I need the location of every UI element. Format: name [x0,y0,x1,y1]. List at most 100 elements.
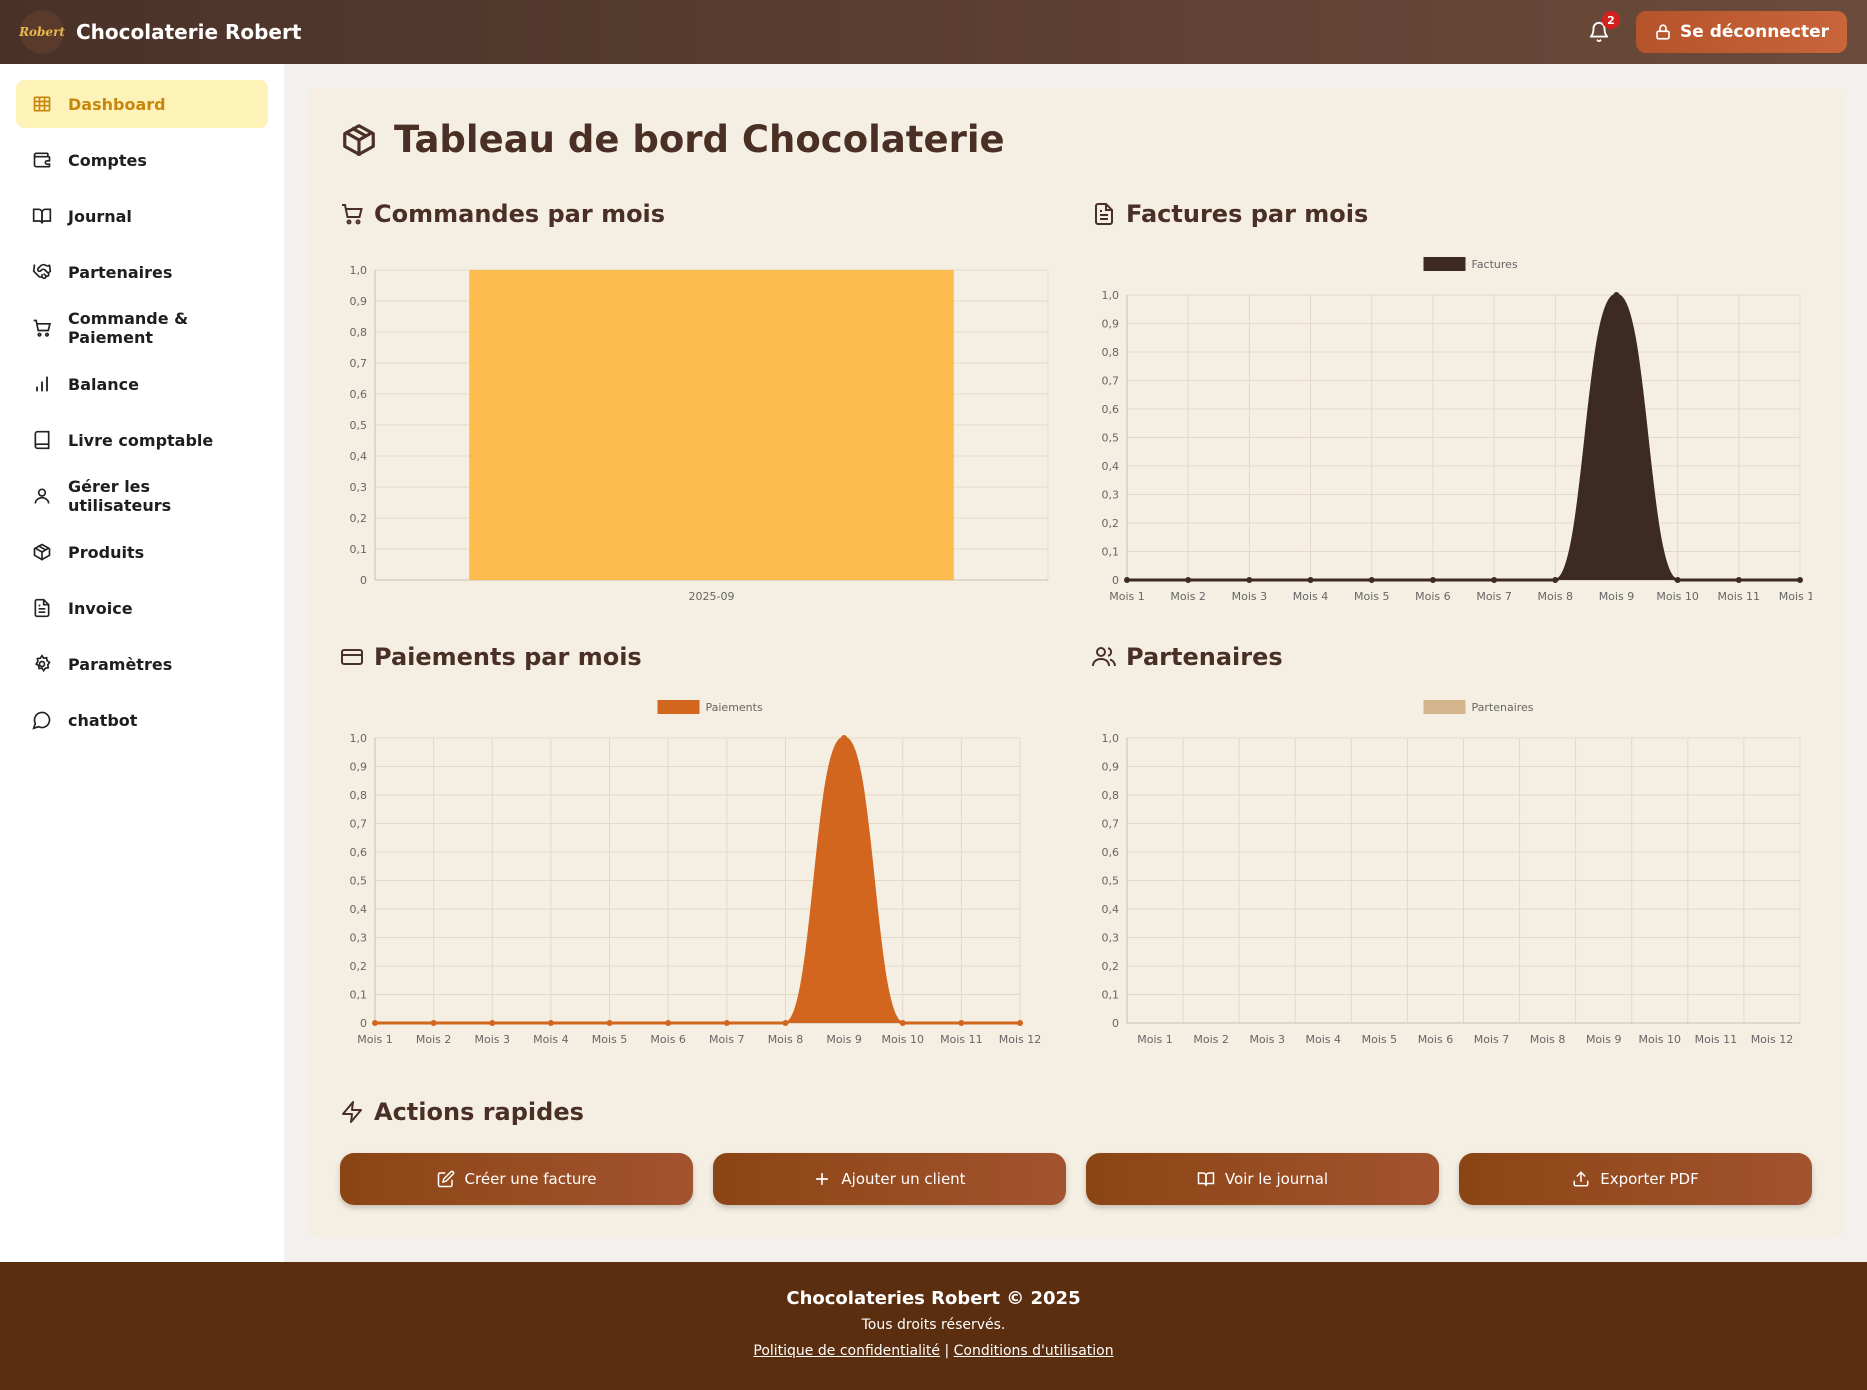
notification-badge: 2 [1602,11,1620,29]
sidebar-item-balance[interactable]: Balance [16,360,268,408]
package-icon [33,543,51,561]
page-title-text: Tableau de bord Chocolaterie [394,118,1005,161]
y-tick-label: 1,0 [1102,732,1120,745]
book-open-icon [1197,1172,1215,1186]
data-point [489,1020,496,1026]
x-tick-label: Mois 12 [1779,590,1812,603]
y-tick-label: 0,5 [350,419,368,432]
data-point [1491,577,1498,583]
y-tick-label: 0,3 [350,932,368,945]
notification-bell[interactable]: 2 [1584,11,1620,47]
x-tick-label: Mois 12 [1751,1033,1794,1046]
x-tick-label: Mois 11 [940,1033,983,1046]
chart-axes: 0 0,1 0,2 0,3 0,4 0,5 0,6 0,7 0,8 0,9 1,0 Mois 1 Moi… [1102,289,1813,603]
data-point [958,1020,965,1026]
data-point [1735,577,1742,583]
sidebar-item-commande-paiement[interactable]: Commande & Paiement [16,304,268,352]
y-tick-label: 0,9 [350,295,368,308]
y-tick-label: 0,2 [350,960,368,973]
footer: Chocolateries Robert © 2025 Tous droits … [0,1262,1867,1390]
x-tick-label: Mois 1 [1109,590,1145,603]
data-point [1307,577,1314,583]
x-tick-label: Mois 6 [650,1033,686,1046]
y-tick-label: 1,0 [350,264,368,277]
cart-icon [342,204,363,225]
invoices-chart-card: Factures par mois 0 0,1 0,2 0,3 0,4 0,5 0,6 0,7… [1092,200,1812,620]
x-tick-label: Mois 2 [416,1033,452,1046]
y-tick-label: 0,6 [350,388,368,401]
x-tick-label: Mois 3 [1232,590,1268,603]
add-client-button[interactable]: Ajouter un client [713,1153,1066,1205]
sidebar-item-livre-comptable[interactable]: Livre comptable [16,416,268,464]
card-title: Partenaires [1092,643,1812,671]
y-tick-label: 0,2 [350,512,368,525]
legend-swatch [657,700,700,714]
y-tick-label: 0,9 [1102,761,1120,774]
bar-chart-icon [36,376,48,392]
x-tick-label: Mois 4 [533,1033,569,1046]
invoices-area-chart: 0 0,1 0,2 0,3 0,4 0,5 0,6 0,7 0,8 0,9 1,0 Mois 1 Moi… [1102,257,1813,603]
button-label: Ajouter un client [841,1170,966,1188]
export-pdf-button[interactable]: Exporter PDF [1459,1153,1812,1205]
y-tick-label: 0,5 [1102,875,1120,888]
sidebar-item-chatbot[interactable]: chatbot [16,696,268,744]
create-invoice-button[interactable]: Créer une facture [340,1153,693,1205]
x-tick-label: Mois 10 [881,1033,924,1046]
brand-logo[interactable]: Robert [19,10,65,54]
card-title: Factures par mois [1092,200,1812,228]
terms-link[interactable]: Conditions d'utilisation [954,1343,1114,1359]
sidebar-item-gerer-utilisateurs[interactable]: Gérer les utilisateurs [16,472,268,520]
data-point [841,735,848,741]
sidebar: Dashboard Comptes Journal Partenaires Co… [0,64,284,1262]
y-tick-label: 0,3 [1102,489,1120,502]
y-tick-label: 0,8 [1102,789,1120,802]
legend-swatch [1423,700,1466,714]
x-tick-label: Mois 9 [1599,590,1635,603]
payments-area-chart: 0 0,1 0,2 0,3 0,4 0,5 0,6 0,7 0,8 0,9 1,0 Mois 1 Moi… [350,700,1041,1046]
x-tick-label: Mois 8 [768,1033,804,1046]
y-tick-label: 0,4 [1102,460,1120,473]
x-tick-label: Mois 7 [1474,1033,1510,1046]
y-tick-label: 0,3 [1102,932,1120,945]
sidebar-item-label: Commande & Paiement [68,309,189,347]
view-journal-button[interactable]: Voir le journal [1086,1153,1439,1205]
data-point [665,1020,672,1026]
privacy-policy-link[interactable]: Politique de confidentialité [753,1343,940,1359]
x-tick-label: Mois 8 [1530,1033,1566,1046]
book-icon [34,430,50,450]
sidebar-item-journal[interactable]: Journal [16,192,268,240]
page-title: Tableau de bord Chocolaterie [340,118,1812,161]
y-tick-label: 0,7 [350,818,368,831]
footer-links: Politique de confidentialité | Condition… [0,1343,1867,1359]
y-tick-label: 0,1 [1102,989,1120,1002]
legend-label: Partenaires [1472,701,1534,714]
y-tick-label: 0,4 [1102,903,1120,916]
x-tick-label: Mois 6 [1418,1033,1454,1046]
y-tick-label: 0,8 [350,789,368,802]
x-tick-label: Mois 4 [1293,590,1329,603]
x-tick-label: Mois 3 [1249,1033,1285,1046]
x-tick-label: Mois 9 [1586,1033,1622,1046]
x-tick-label: Mois 11 [1718,590,1761,603]
table-grid-icon [33,96,51,112]
button-label: Voir le journal [1224,1170,1329,1188]
sidebar-item-dashboard[interactable]: Dashboard [16,80,268,128]
sidebar-item-partenaires[interactable]: Partenaires [16,248,268,296]
sidebar-item-produits[interactable]: Produits [16,528,268,576]
legend-swatch [1423,257,1466,271]
quick-actions-title-text: Actions rapides [374,1098,584,1126]
main-content: Tableau de bord Chocolaterie Commandes p… [308,88,1844,1238]
logout-button[interactable]: Se déconnecter [1636,11,1847,53]
y-tick-label: 0,5 [350,875,368,888]
sidebar-item-comptes[interactable]: Comptes [16,136,268,184]
x-tick-label: Mois 1 [1137,1033,1173,1046]
sidebar-item-label: Paramètres [68,654,173,674]
y-tick-label: 0,2 [1102,960,1120,973]
y-tick-label: 0,4 [350,450,368,463]
sidebar-item-invoice[interactable]: Invoice [16,584,268,632]
book-open-icon [32,208,52,224]
sidebar-item-parametres[interactable]: Paramètres [16,640,268,688]
x-tick-label: Mois 1 [357,1033,393,1046]
y-tick-label: 0,7 [1102,818,1120,831]
x-tick-label: Mois 10 [1656,590,1699,603]
